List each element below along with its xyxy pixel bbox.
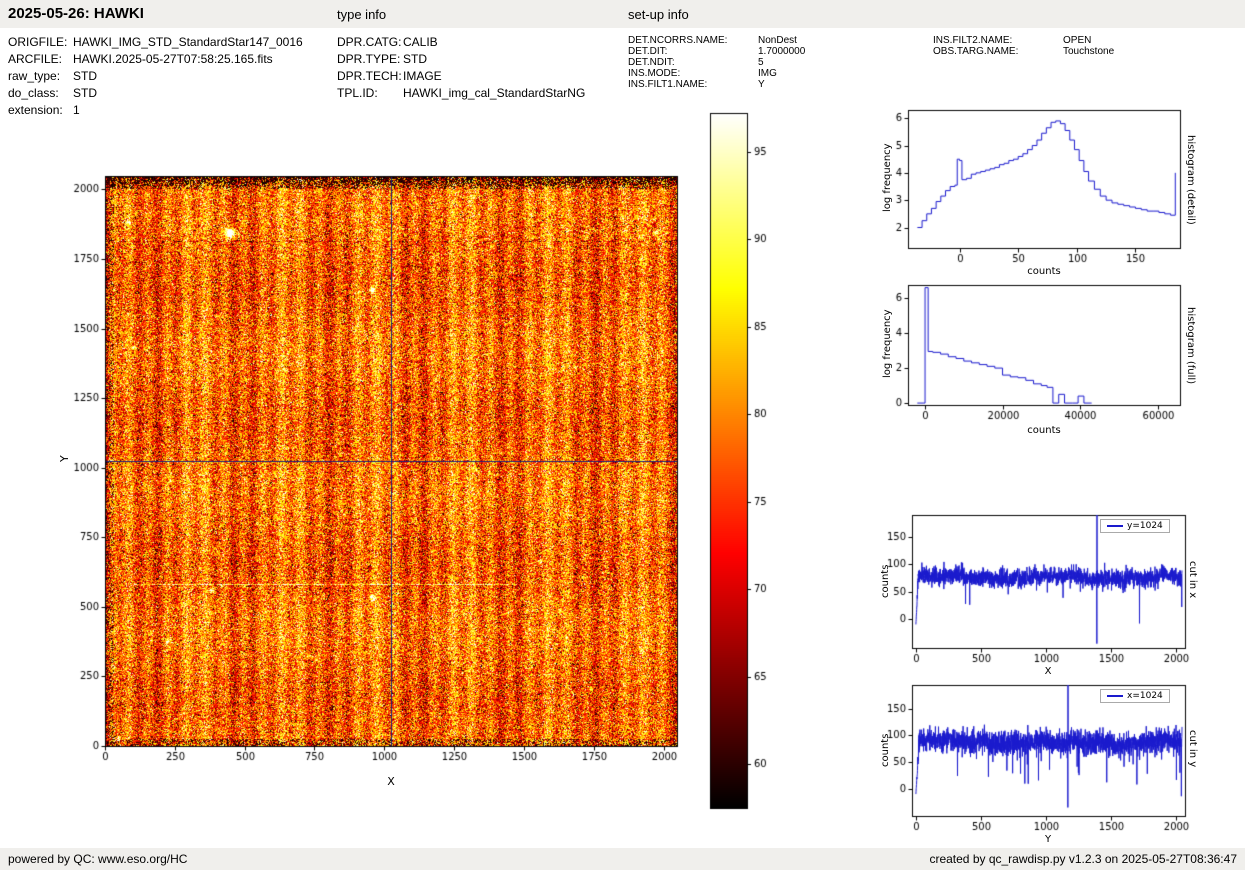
meta-value: STD (403, 51, 427, 66)
qc-report-page: 2025-05-26: HAWKI type info set-up info … (0, 0, 1245, 870)
setup-info-header: set-up info (628, 7, 689, 22)
meta-label: DET.DIT: (628, 46, 668, 57)
legend-line-sample (1107, 695, 1123, 697)
meta-value: 1 (73, 102, 80, 117)
meta-label: OBS.TARG.NAME: (933, 46, 1019, 57)
meta-row-tpl-id: TPL.ID: HAWKI_img_cal_StandardStarNG (337, 84, 585, 101)
legend-line-sample (1107, 525, 1123, 527)
cut-x-legend-label: y=1024 (1127, 521, 1163, 531)
cut-y-right-caption: cut in y (1187, 730, 1198, 768)
image-x-axis-label: X (387, 775, 395, 788)
type-info-header: type info (337, 7, 387, 22)
meta-label: DPR.TYPE: (337, 51, 401, 66)
meta-row-filt1: INS.FILT1.NAME: Y (628, 79, 805, 90)
raw-detector-image-plot (60, 140, 720, 800)
meta-value: Touchstone (1063, 46, 1115, 57)
cut-x-x-axis-label: X (1044, 666, 1052, 677)
footer-left-text: powered by QC: www.eso.org/HC (8, 852, 188, 866)
meta-value: IMG (758, 68, 777, 79)
type-info-block: DPR.CATG: CALIB DPR.TYPE: STD DPR.TECH: … (337, 33, 585, 101)
meta-row-dpr-tech: DPR.TECH: IMAGE (337, 67, 585, 84)
image-y-axis-label: Y (58, 455, 71, 462)
cut-y-legend: x=1024 (1100, 689, 1170, 703)
setup-info-block-2: INS.FILT2.NAME: OPEN OBS.TARG.NAME: Touc… (933, 35, 1114, 57)
meta-value: Y (758, 79, 765, 90)
cut-y-legend-label: x=1024 (1127, 691, 1163, 701)
histogram-full-plot (853, 273, 1198, 453)
meta-label: ARCFILE: (8, 51, 63, 66)
meta-row-dit: DET.DIT: 1.7000000 (628, 46, 805, 57)
meta-value: 5 (758, 57, 764, 68)
meta-value: HAWKI.2025-05-27T07:58:25.165.fits (73, 51, 273, 66)
meta-row-ndit: DET.NDIT: 5 (628, 57, 805, 68)
meta-value: IMAGE (403, 68, 442, 83)
histogram-detail-plot (853, 98, 1198, 278)
meta-value: HAWKI_img_cal_StandardStarNG (403, 85, 586, 100)
meta-label: INS.FILT2.NAME: (933, 35, 1013, 46)
cut-y-y-axis-label: counts (880, 733, 891, 767)
setup-info-block-1: DET.NCORRS.NAME: NonDest DET.DIT: 1.7000… (628, 35, 805, 90)
meta-row-arcfile: ARCFILE: HAWKI.2025-05-27T07:58:25.165.f… (8, 50, 303, 67)
meta-label: ORIGFILE: (8, 34, 68, 49)
meta-label: INS.MODE: (628, 68, 681, 79)
hist-full-y-axis-label: log frequency (882, 309, 893, 378)
cut-y-x-axis-label: Y (1044, 834, 1052, 845)
meta-label: extension: (8, 102, 63, 117)
cut-x-right-caption: cut in x (1187, 561, 1198, 599)
hist-full-x-axis-label: counts (1027, 425, 1061, 436)
meta-label: DET.NDIT: (628, 57, 675, 68)
meta-value: OPEN (1063, 35, 1092, 46)
colorbar (703, 105, 813, 820)
meta-label: DET.NCORRS.NAME: (628, 35, 728, 46)
meta-row-dpr-catg: DPR.CATG: CALIB (337, 33, 585, 50)
meta-row-extension: extension: 1 (8, 101, 303, 118)
meta-label: do_class: (8, 85, 59, 100)
hist-detail-y-axis-label: log frequency (882, 143, 893, 212)
meta-label: raw_type: (8, 68, 61, 83)
meta-row-dpr-type: DPR.TYPE: STD (337, 50, 585, 67)
footer-right-text: created by qc_rawdisp.py v1.2.3 on 2025-… (929, 852, 1237, 866)
meta-value: HAWKI_IMG_STD_StandardStar147_0016 (73, 34, 303, 49)
cut-x-legend: y=1024 (1100, 519, 1170, 533)
meta-row-ins-mode: INS.MODE: IMG (628, 68, 805, 79)
meta-row-raw-type: raw_type: STD (8, 67, 303, 84)
meta-label: INS.FILT1.NAME: (628, 79, 708, 90)
meta-value: CALIB (403, 34, 438, 49)
hist-full-right-caption: histogram (full) (1185, 307, 1196, 385)
meta-label: DPR.CATG: (337, 34, 402, 49)
meta-label: DPR.TECH: (337, 68, 402, 83)
meta-row-do-class: do_class: STD (8, 84, 303, 101)
meta-value: NonDest (758, 35, 797, 46)
cut-x-y-axis-label: counts (880, 564, 891, 598)
meta-value: STD (73, 68, 97, 83)
meta-row-filt2: INS.FILT2.NAME: OPEN (933, 35, 1114, 46)
meta-row-origfile: ORIGFILE: HAWKI_IMG_STD_StandardStar147_… (8, 33, 303, 50)
header-bar (0, 0, 1245, 28)
meta-row-ncorrs: DET.NCORRS.NAME: NonDest (628, 35, 805, 46)
hist-detail-right-caption: histogram (detail) (1185, 135, 1196, 225)
page-title: 2025-05-26: HAWKI (8, 5, 144, 22)
meta-value: 1.7000000 (758, 46, 806, 57)
meta-label: TPL.ID: (337, 85, 378, 100)
file-info-block: ORIGFILE: HAWKI_IMG_STD_StandardStar147_… (8, 33, 303, 118)
meta-row-targ-name: OBS.TARG.NAME: Touchstone (933, 46, 1114, 57)
meta-value: STD (73, 85, 97, 100)
hist-detail-x-axis-label: counts (1027, 266, 1061, 277)
